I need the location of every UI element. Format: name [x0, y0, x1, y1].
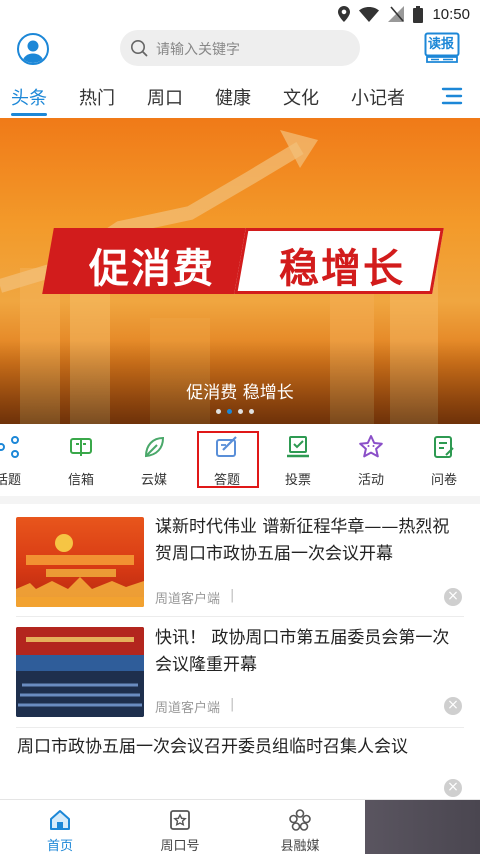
nav-label: 首页: [46, 839, 73, 854]
dismiss-button[interactable]: ×: [444, 588, 462, 606]
news-title: 快讯！ 政协周口市第五届委员会第一次会议隆重开幕: [155, 628, 450, 675]
tab-hot[interactable]: 热门: [79, 84, 115, 110]
status-time: 10:50: [432, 5, 470, 23]
quick-activity[interactable]: 活动: [341, 424, 401, 496]
search-placeholder: 请输入关键字: [156, 42, 240, 58]
mailbox-icon: [70, 438, 92, 456]
quick-vote[interactable]: 投票: [268, 424, 328, 496]
carousel-dot[interactable]: [238, 409, 243, 414]
news-thumbnail-image: [16, 534, 144, 607]
quick-label: 问卷: [430, 473, 457, 488]
close-icon: ×: [447, 588, 459, 604]
news-item[interactable]: 谋新时代伟业 谱新征程华章——热烈祝贺周口市政协五届一次会议开幕 周道客户端 |…: [0, 504, 480, 616]
read-label: 读报: [428, 37, 455, 52]
app-header: 请输入关键字 读报: [0, 28, 480, 70]
quick-mailbox[interactable]: 信箱: [51, 424, 111, 496]
quick-label: 云媒: [140, 473, 167, 488]
section-divider: [0, 496, 480, 504]
no-signal-icon: [388, 6, 405, 22]
nav-home[interactable]: 首页: [15, 804, 105, 854]
close-icon: ×: [447, 779, 459, 795]
tab-headline[interactable]: 头条: [11, 84, 47, 110]
slogan-right-text: 稳增长: [279, 246, 405, 292]
leaf-icon: [144, 436, 165, 458]
location-icon: [338, 6, 351, 22]
quick-label: 信箱: [67, 473, 94, 488]
carousel-dot[interactable]: [216, 409, 221, 414]
star-icon: [359, 435, 383, 458]
badge-star-icon: [170, 810, 190, 830]
tab-health[interactable]: 健康: [215, 84, 251, 110]
channel-tabs: 头条 热门 周口 健康 文化 小记者: [0, 74, 480, 118]
nav-county-media[interactable]: 县融媒: [255, 804, 345, 854]
wifi-icon: [359, 6, 380, 22]
quick-cloud-media[interactable]: 云媒: [124, 424, 184, 496]
quick-topic[interactable]: 话题: [0, 424, 38, 496]
news-title: 谋新时代伟业 谱新征程华章——热烈祝贺周口市政协五届一次会议开幕: [155, 517, 450, 564]
search-icon: [131, 40, 148, 57]
carousel-dot-active[interactable]: [227, 409, 232, 414]
news-thumbnail-image: [16, 627, 144, 717]
quick-label: 投票: [284, 473, 311, 488]
nav-label: 周口号: [160, 839, 200, 854]
dismiss-button[interactable]: ×: [444, 697, 462, 715]
nav-zhoukou-account[interactable]: 周口号: [135, 804, 225, 854]
news-thumbnail: [16, 517, 144, 607]
news-item[interactable]: 快讯！ 政协周口市第五届委员会第一次会议隆重开幕 周道客户端 | ×: [0, 617, 480, 727]
quick-label: 话题: [0, 473, 21, 488]
dismiss-button[interactable]: ×: [444, 779, 462, 797]
news-title: 周口市政协五届一次会议召开委员组临时召集人会议: [17, 737, 408, 757]
vote-icon: [287, 436, 309, 458]
banner-caption: 促消费 稳增长: [186, 383, 294, 403]
channel-menu-icon[interactable]: [441, 86, 463, 106]
active-tab-indicator: [11, 113, 47, 116]
nav-label: 县融媒: [280, 839, 320, 854]
carousel-dots: [216, 409, 254, 415]
topic-icon: [0, 436, 19, 458]
survey-icon: [434, 436, 454, 458]
status-bar: 10:50: [0, 0, 480, 28]
flower-icon: [289, 809, 311, 831]
corner-overlay: [365, 800, 480, 854]
source-separator: |: [230, 588, 235, 603]
banner-carousel[interactable]: 促消费 稳增长 促消费 稳增长: [0, 118, 480, 424]
battery-icon: [413, 5, 424, 23]
slogan-left-text: 促消费: [89, 246, 215, 292]
tab-culture[interactable]: 文化: [283, 84, 319, 110]
source-separator: |: [230, 697, 235, 712]
news-item[interactable]: 周口市政协五届一次会议召开委员组临时召集人会议 ×: [0, 728, 480, 798]
news-source: 周道客户端: [155, 701, 221, 716]
user-icon: [22, 40, 44, 63]
carousel-dot[interactable]: [249, 409, 254, 414]
highlight-quiz-box: [197, 431, 259, 488]
tab-little-reporter[interactable]: 小记者: [351, 84, 405, 110]
avatar[interactable]: [17, 33, 49, 65]
quick-label: 活动: [357, 473, 384, 488]
news-source: 周道客户端: [155, 592, 221, 607]
read-newspaper-button[interactable]: 读报: [424, 32, 460, 64]
news-thumbnail: [16, 627, 144, 717]
status-icons: 10:50: [338, 4, 470, 24]
tab-zhoukou[interactable]: 周口: [147, 84, 183, 110]
search-input[interactable]: 请输入关键字: [120, 30, 360, 66]
quick-survey[interactable]: 问卷: [414, 424, 474, 496]
home-icon: [50, 810, 70, 830]
close-icon: ×: [447, 697, 459, 713]
